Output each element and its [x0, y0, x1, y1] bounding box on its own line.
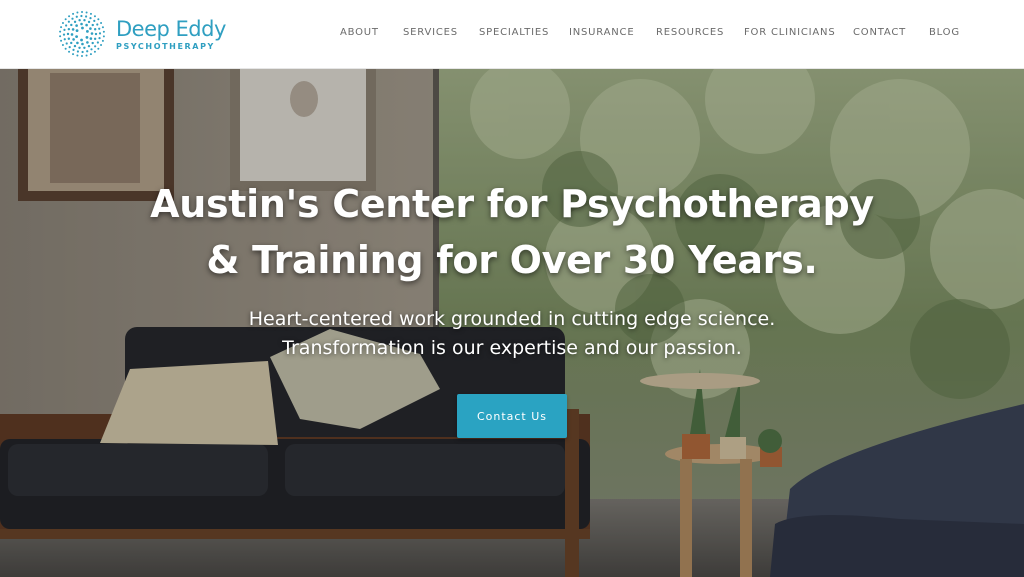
contact-us-button[interactable]: Contact Us	[457, 394, 567, 438]
main-nav: ABOUT SERVICES SPECIALTIES INSURANCE RES…	[0, 27, 1024, 43]
brand-tagline: PSYCHOTHERAPY	[116, 42, 215, 51]
hero-title-line-1: Austin's Center for Psychotherapy	[150, 182, 874, 226]
site-header: Deep Eddy PSYCHOTHERAPY ABOUT SERVICES S…	[0, 0, 1024, 69]
nav-item-blog[interactable]: BLOG	[929, 27, 960, 38]
nav-item-for-clinicians[interactable]: FOR CLINICIANS	[744, 27, 835, 38]
hero-subtitle-line-1: Heart-centered work grounded in cutting …	[248, 308, 776, 330]
hero-section: Austin's Center for Psychotherapy & Trai…	[0, 69, 1024, 577]
nav-item-specialties[interactable]: SPECIALTIES	[479, 27, 549, 38]
hero-title-line-2: & Training for Over 30 Years.	[206, 238, 818, 282]
nav-item-contact[interactable]: CONTACT	[853, 27, 906, 38]
nav-item-services[interactable]: SERVICES	[403, 27, 458, 38]
nav-item-insurance[interactable]: INSURANCE	[569, 27, 634, 38]
hero-subtitle-line-2: Transformation is our expertise and our …	[282, 337, 742, 359]
hero-title: Austin's Center for Psychotherapy & Trai…	[112, 176, 912, 288]
nav-item-about[interactable]: ABOUT	[340, 27, 379, 38]
hero-subtitle: Heart-centered work grounded in cutting …	[162, 305, 862, 363]
nav-item-resources[interactable]: RESOURCES	[656, 27, 724, 38]
